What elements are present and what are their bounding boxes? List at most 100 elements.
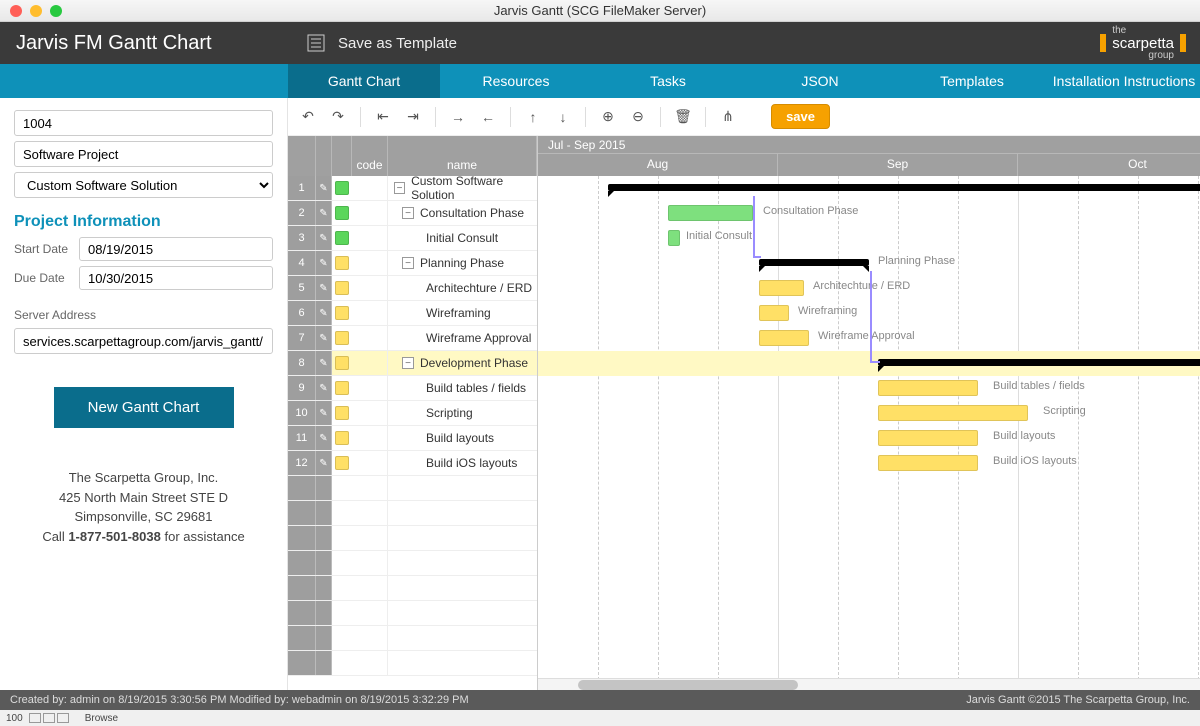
task-row[interactable]: 8✎−Development Phase [288, 351, 537, 376]
task-row[interactable]: 11✎Build layouts [288, 426, 537, 451]
row-color-swatch[interactable] [332, 201, 352, 225]
row-name[interactable]: Architechture / ERD [388, 276, 537, 300]
task-row-empty[interactable] [288, 576, 537, 601]
task-bar[interactable] [878, 430, 978, 446]
tab-gantt-chart[interactable]: Gantt Chart [288, 64, 440, 98]
view-icon-1[interactable] [29, 713, 41, 723]
edit-row-icon[interactable]: ✎ [316, 351, 332, 375]
row-color-swatch[interactable] [332, 351, 352, 375]
undo-button[interactable]: ↶ [296, 105, 320, 129]
task-bar[interactable] [759, 280, 804, 296]
move-up-button[interactable]: ↑ [521, 105, 545, 129]
task-bar[interactable] [878, 405, 1028, 421]
start-date-input[interactable] [79, 237, 273, 261]
task-row-empty[interactable] [288, 501, 537, 526]
row-name[interactable]: Wireframe Approval [388, 326, 537, 350]
task-row-empty[interactable] [288, 626, 537, 651]
project-type-select[interactable]: Custom Software Solution [14, 172, 273, 198]
row-name[interactable]: Initial Consult [388, 226, 537, 250]
row-color-swatch[interactable] [332, 251, 352, 275]
row-name[interactable]: −Development Phase [388, 351, 537, 375]
project-name-input[interactable] [14, 141, 273, 167]
task-bar[interactable] [878, 455, 978, 471]
task-bar[interactable] [668, 230, 680, 246]
task-row[interactable]: 9✎Build tables / fields [288, 376, 537, 401]
zoom-out-button[interactable]: ⊖ [626, 105, 650, 129]
edit-row-icon[interactable]: ✎ [316, 451, 332, 475]
scrollbar-thumb[interactable] [578, 680, 798, 690]
edit-row-icon[interactable]: ✎ [316, 426, 332, 450]
collapse-toggle-icon[interactable]: − [394, 182, 405, 194]
edit-row-icon[interactable]: ✎ [316, 201, 332, 225]
row-name[interactable]: −Custom Software Solution [388, 176, 537, 200]
save-button[interactable]: save [771, 104, 830, 129]
row-color-swatch[interactable] [332, 276, 352, 300]
task-bar[interactable] [878, 380, 978, 396]
row-color-swatch[interactable] [332, 451, 352, 475]
task-bar[interactable] [759, 330, 809, 346]
task-row-empty[interactable] [288, 476, 537, 501]
row-color-swatch[interactable] [332, 376, 352, 400]
delete-button[interactable]: 🗑 [671, 105, 695, 129]
row-color-swatch[interactable] [332, 326, 352, 350]
task-row[interactable]: 7✎Wireframe Approval [288, 326, 537, 351]
row-color-swatch[interactable] [332, 426, 352, 450]
row-color-swatch[interactable] [332, 401, 352, 425]
task-row[interactable]: 10✎Scripting [288, 401, 537, 426]
edit-row-icon[interactable]: ✎ [316, 326, 332, 350]
task-row-empty[interactable] [288, 526, 537, 551]
task-bar[interactable] [759, 305, 789, 321]
save-as-template-button[interactable]: Save as Template [306, 33, 457, 53]
task-row[interactable]: 1✎−Custom Software Solution [288, 176, 537, 201]
indent-button[interactable]: ⇥ [401, 105, 425, 129]
due-date-input[interactable] [79, 266, 273, 290]
edit-row-icon[interactable]: ✎ [316, 276, 332, 300]
collapse-toggle-icon[interactable]: − [402, 357, 414, 369]
tab-resources[interactable]: Resources [440, 64, 592, 98]
tab-templates[interactable]: Templates [896, 64, 1048, 98]
project-id-input[interactable] [14, 110, 273, 136]
summary-bar[interactable] [608, 184, 1200, 191]
edit-row-icon[interactable]: ✎ [316, 176, 332, 200]
edit-row-icon[interactable]: ✎ [316, 301, 332, 325]
collapse-toggle-icon[interactable]: − [402, 207, 414, 219]
task-row-empty[interactable] [288, 601, 537, 626]
task-row[interactable]: 12✎Build iOS layouts [288, 451, 537, 476]
outdent-button[interactable]: ⇤ [371, 105, 395, 129]
edit-row-icon[interactable]: ✎ [316, 251, 332, 275]
gantt-timeline[interactable]: Jul - Sep 2015 AugSepOct Consultation Ph… [538, 136, 1200, 690]
view-icon-3[interactable] [57, 713, 69, 723]
tab-tasks[interactable]: Tasks [592, 64, 744, 98]
col-header-name[interactable]: name [388, 136, 537, 176]
row-name[interactable]: Scripting [388, 401, 537, 425]
task-row-empty[interactable] [288, 551, 537, 576]
col-header-code[interactable]: code [352, 136, 388, 176]
server-address-input[interactable] [14, 328, 273, 354]
task-row[interactable]: 6✎Wireframing [288, 301, 537, 326]
tab-installation-instructions[interactable]: Installation Instructions [1048, 64, 1200, 98]
redo-button[interactable]: ↷ [326, 105, 350, 129]
row-color-swatch[interactable] [332, 226, 352, 250]
edit-row-icon[interactable]: ✎ [316, 401, 332, 425]
view-icon-2[interactable] [43, 713, 55, 723]
task-row[interactable]: 5✎Architechture / ERD [288, 276, 537, 301]
row-name[interactable]: −Consultation Phase [388, 201, 537, 225]
summary-bar[interactable] [878, 359, 1200, 366]
task-row[interactable]: 4✎−Planning Phase [288, 251, 537, 276]
tab-json[interactable]: JSON [744, 64, 896, 98]
row-name[interactable]: Build iOS layouts [388, 451, 537, 475]
move-left-button[interactable]: ← [476, 105, 500, 129]
summary-bar[interactable] [759, 259, 869, 266]
edit-row-icon[interactable]: ✎ [316, 226, 332, 250]
row-name[interactable]: Wireframing [388, 301, 537, 325]
task-row[interactable]: 3✎Initial Consult [288, 226, 537, 251]
move-down-button[interactable]: ↓ [551, 105, 575, 129]
row-name[interactable]: −Planning Phase [388, 251, 537, 275]
collapse-toggle-icon[interactable]: − [402, 257, 414, 269]
edit-row-icon[interactable]: ✎ [316, 376, 332, 400]
horizontal-scrollbar[interactable] [538, 678, 1200, 690]
task-row-empty[interactable] [288, 651, 537, 676]
task-bar[interactable] [668, 205, 753, 221]
dependency-button[interactable]: ⋔ [716, 105, 740, 129]
new-gantt-chart-button[interactable]: New Gantt Chart [54, 387, 234, 428]
